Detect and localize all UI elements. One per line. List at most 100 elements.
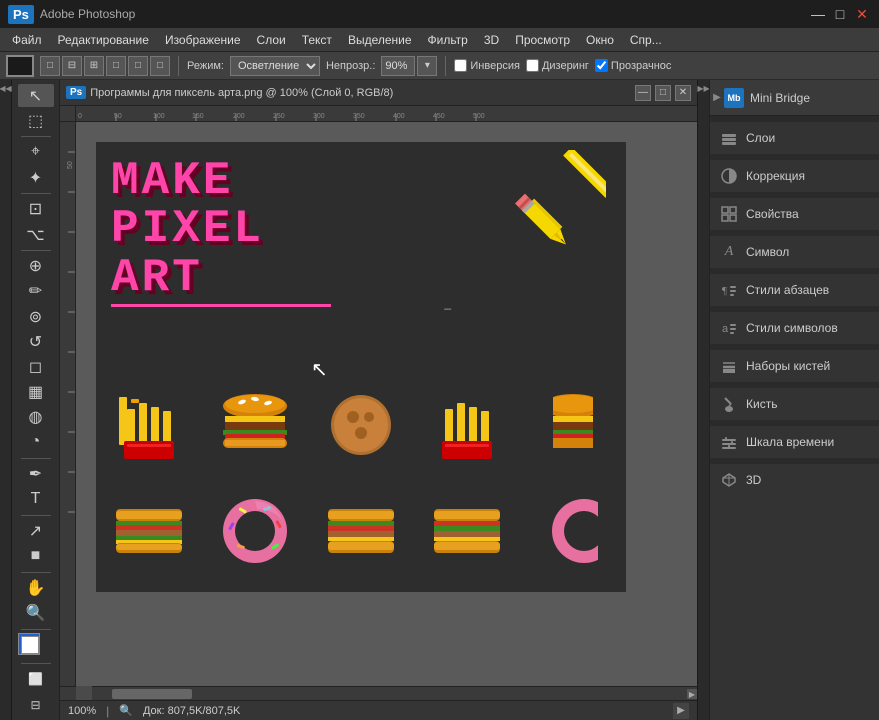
tool-screen-mode[interactable]: ⊟ xyxy=(18,693,54,716)
opacity-input[interactable] xyxy=(381,56,415,76)
bg-color[interactable] xyxy=(21,636,39,654)
menu-filter[interactable]: Фильтр xyxy=(420,31,476,49)
panel-item-symbol[interactable]: A Символ xyxy=(710,236,879,268)
menu-text[interactable]: Текст xyxy=(294,31,340,49)
menu-window[interactable]: Окно xyxy=(578,31,622,49)
svg-text:500: 500 xyxy=(473,113,485,120)
tool-sep-6 xyxy=(21,572,51,573)
food-cell-fries-2 xyxy=(414,372,520,477)
tool-gradient[interactable]: ▦ xyxy=(18,380,54,403)
food-row-1 xyxy=(96,372,626,477)
panel-item-brush-sets[interactable]: Наборы кистей xyxy=(710,350,879,382)
svg-text:300: 300 xyxy=(313,113,325,120)
fg-color[interactable] xyxy=(18,633,40,655)
left-panel-collapse[interactable]: ◀◀ xyxy=(0,80,12,720)
fg-color-swatch[interactable] xyxy=(6,55,34,77)
brush-mode-2[interactable]: ⊟ xyxy=(62,56,82,76)
tool-lasso[interactable]: ⌖ xyxy=(18,141,54,164)
dithering-checkbox[interactable] xyxy=(526,59,539,72)
tool-crop[interactable]: ⊡ xyxy=(18,198,54,221)
tool-healing[interactable]: ⊕ xyxy=(18,255,54,278)
menu-3d[interactable]: 3D xyxy=(476,31,507,49)
magnifier-icon[interactable]: 🔍 xyxy=(119,704,133,717)
transparency-check[interactable]: Прозрачнос xyxy=(595,59,671,72)
panel-item-char-styles[interactable]: a Стили символов xyxy=(710,312,879,344)
panel-item-timeline[interactable]: Шкала времени xyxy=(710,426,879,458)
tool-marquee[interactable]: ⬚ xyxy=(18,109,54,132)
ruler-corner xyxy=(60,106,76,122)
minimize-btn[interactable]: — xyxy=(809,5,827,23)
inversion-checkbox[interactable] xyxy=(454,59,467,72)
inversion-check[interactable]: Инверсия xyxy=(454,59,520,72)
tool-sep-2 xyxy=(21,193,51,194)
scroll-handle-h[interactable] xyxy=(112,689,192,699)
brush-mode-6[interactable]: □ xyxy=(150,56,170,76)
panel-item-3d[interactable]: 3D xyxy=(710,464,879,496)
canvas-main[interactable]: MAKE PIXEL ART _ xyxy=(76,122,697,686)
maximize-btn[interactable]: □ xyxy=(831,5,849,23)
dithering-check[interactable]: Дизеринг xyxy=(526,59,589,72)
donut-icon xyxy=(219,495,291,567)
menu-layers[interactable]: Слои xyxy=(249,31,294,49)
panel-item-paragraph-styles[interactable]: ¶ Стили абзацев xyxy=(710,274,879,306)
tool-eraser[interactable]: ◻ xyxy=(18,355,54,378)
menu-select[interactable]: Выделение xyxy=(340,31,420,49)
expand-arrow-btn[interactable]: ▶ xyxy=(710,92,724,103)
tool-pen[interactable]: ✒ xyxy=(18,462,54,485)
panel-item-properties[interactable]: Свойства xyxy=(710,198,879,230)
pixel-title-text: MAKE PIXEL ART xyxy=(111,157,331,302)
menu-image[interactable]: Изображение xyxy=(157,31,249,49)
tool-magic-wand[interactable]: ✦ xyxy=(18,166,54,189)
title-bar-controls: — □ ✕ xyxy=(809,5,871,23)
brush-mode-3[interactable]: ⊞ xyxy=(84,56,104,76)
tool-mask-mode[interactable]: ⬜ xyxy=(18,668,54,691)
tool-hand[interactable]: ✋ xyxy=(18,576,54,599)
svg-text:50: 50 xyxy=(114,113,122,120)
tool-eyedropper[interactable]: ⌥ xyxy=(18,223,54,246)
tool-zoom[interactable]: 🔍 xyxy=(18,601,54,624)
menu-file[interactable]: Файл xyxy=(4,31,50,49)
tool-shape[interactable]: ■ xyxy=(18,544,54,567)
tool-sep-4 xyxy=(21,458,51,459)
menu-edit[interactable]: Редактирование xyxy=(50,31,157,49)
horizontal-scrollbar[interactable]: ▶ xyxy=(92,686,697,700)
paragraph-styles-icon: ¶ xyxy=(720,281,738,299)
svg-text:400: 400 xyxy=(393,113,405,120)
menu-view[interactable]: Просмотр xyxy=(507,31,578,49)
tool-stamp[interactable]: ⊚ xyxy=(18,305,54,328)
doc-maximize[interactable]: □ xyxy=(655,85,671,101)
food-row-2 xyxy=(96,478,626,583)
scroll-nav-btn[interactable]: ▶ xyxy=(687,689,697,699)
left-collapse-arrow: ◀◀ xyxy=(0,84,12,93)
pencil-svg xyxy=(511,150,606,245)
panel-item-correction[interactable]: Коррекция xyxy=(710,160,879,192)
mini-bridge-header: ▶ Mb Mini Bridge xyxy=(710,80,879,116)
panel-item-layers[interactable]: Слои xyxy=(710,122,879,154)
brush-mode-1[interactable]: □ xyxy=(40,56,60,76)
menu-help[interactable]: Спр... xyxy=(622,31,670,49)
right-panel-collapse[interactable]: ▶▶ xyxy=(697,80,709,720)
doc-close[interactable]: ✕ xyxy=(675,85,691,101)
underline-area: _ xyxy=(111,304,331,307)
food-cell-wrap-1 xyxy=(308,478,414,583)
transparency-checkbox[interactable] xyxy=(595,59,608,72)
blend-mode-select[interactable]: Осветление xyxy=(230,56,320,76)
tool-blur[interactable]: ◍ xyxy=(18,405,54,428)
close-btn[interactable]: ✕ xyxy=(853,5,871,23)
doc-minimize[interactable]: — xyxy=(635,85,651,101)
tool-move[interactable]: ↖ xyxy=(18,84,54,107)
burger-icon xyxy=(220,394,290,456)
brush-mode-5[interactable]: □ xyxy=(128,56,148,76)
tool-path-select[interactable]: ↗ xyxy=(18,519,54,542)
panel-item-brush[interactable]: Кисть xyxy=(710,388,879,420)
tool-dodge[interactable]: ◔ xyxy=(18,431,54,454)
tool-text[interactable]: T xyxy=(18,488,54,511)
opacity-arrow[interactable]: ▾ xyxy=(417,56,437,76)
fries2-icon xyxy=(437,389,497,461)
scroll-corner xyxy=(60,686,76,700)
tool-brush[interactable]: ✏ xyxy=(18,280,54,303)
brush-mode-4[interactable]: □ xyxy=(106,56,126,76)
layers-icon xyxy=(720,129,738,147)
tool-history-brush[interactable]: ↺ xyxy=(18,330,54,353)
status-nav-btn[interactable]: ▶ xyxy=(673,703,689,719)
